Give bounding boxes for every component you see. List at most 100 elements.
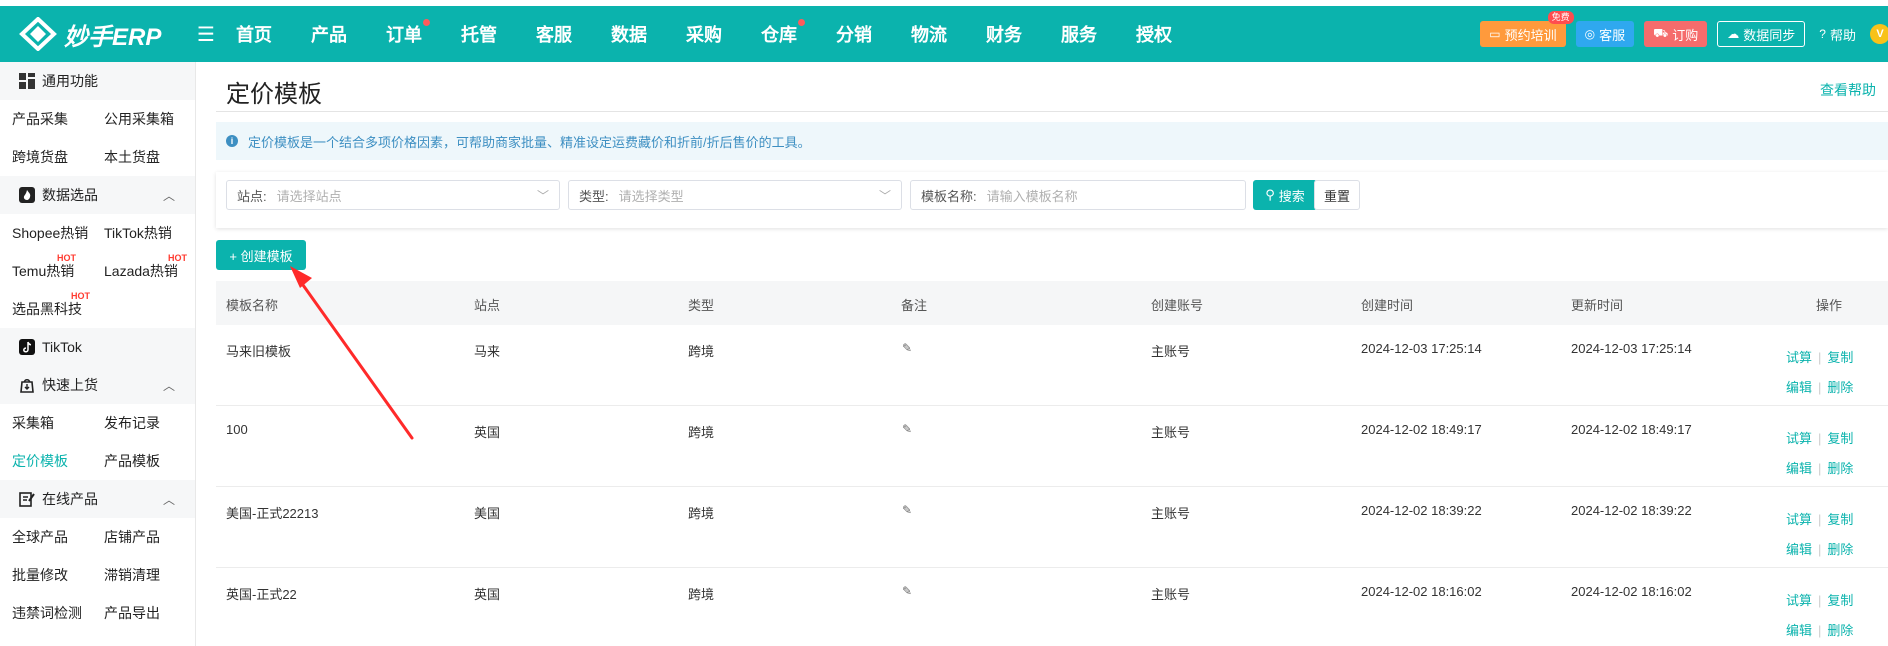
trial-link[interactable]: 试算 — [1786, 512, 1812, 527]
template-table: 模板名称 站点 类型 备注 创建账号 创建时间 更新时间 操作 马来旧模板 马来… — [216, 281, 1888, 646]
nav-item-customer-service[interactable]: 客服 — [536, 21, 572, 47]
sidebar-item-publish-records[interactable]: 发布记录 — [92, 413, 184, 433]
subscribe-button[interactable]: ⛟ 订购 — [1644, 21, 1708, 47]
table-row: 100 英国 跨境 ✎ 主账号 2024-12-02 18:49:17 2024… — [216, 406, 1888, 487]
trial-link[interactable]: 试算 — [1786, 350, 1812, 365]
reset-button[interactable]: 重置 — [1314, 180, 1360, 210]
sidebar-item-prohibited-word-check[interactable]: 违禁词检测 — [0, 603, 92, 623]
edit-link[interactable]: 编辑 — [1786, 623, 1812, 638]
menu-toggle-icon[interactable]: ☰ — [194, 22, 218, 47]
sidebar-item-product-template[interactable]: 产品模板 — [92, 451, 184, 471]
chevron-up-icon[interactable]: ︿ — [163, 377, 175, 394]
sidebar: 通用功能 产品采集 公用采集箱 跨境货盘 本土货盘 数据选品 ︿ Shopee热… — [0, 62, 196, 646]
nav-item-authorization[interactable]: 授权 — [1136, 21, 1172, 47]
sidebar-row: 违禁词检测 产品导出 — [0, 594, 195, 632]
cell-site: 美国 — [474, 506, 501, 521]
sidebar-item-lazada-hot[interactable]: Lazada热销 HOT — [92, 253, 187, 281]
nav-item-logistics[interactable]: 物流 — [911, 21, 947, 47]
row-actions: 试算 | 复制 编辑 | 删除 — [1786, 350, 1854, 395]
sidebar-group-tiktok[interactable]: TikTok — [0, 328, 195, 366]
sidebar-item-cross-border-pool[interactable]: 跨境货盘 — [0, 147, 92, 167]
header-type: 类型 — [688, 298, 715, 313]
chevron-up-icon[interactable]: ︿ — [163, 491, 175, 508]
delete-link[interactable]: 删除 — [1827, 380, 1853, 395]
sidebar-item-tiktok-hot[interactable]: TikTok热销 — [92, 223, 184, 243]
edit-remark-icon[interactable]: ✎ — [902, 422, 912, 436]
create-template-button[interactable]: + 创建模板 — [216, 240, 306, 270]
sidebar-item-local-pool[interactable]: 本土货盘 — [92, 147, 184, 167]
sidebar-item-slow-moving-cleanup[interactable]: 滞销清理 — [92, 565, 184, 585]
sidebar-group-data-selection[interactable]: 数据选品 ︿ — [0, 176, 195, 214]
chat-icon: ▭ — [1489, 27, 1501, 41]
sidebar-group-online-products[interactable]: 在线产品 ︿ — [0, 480, 195, 518]
sidebar-item-selection-tech[interactable]: 选品黑科技 HOT — [0, 291, 92, 319]
row-actions: 试算 | 复制 编辑 | 删除 — [1786, 593, 1854, 638]
delete-link[interactable]: 删除 — [1827, 461, 1853, 476]
search-button[interactable]: ⚲ 搜索 — [1253, 180, 1317, 210]
nav-item-data[interactable]: 数据 — [611, 21, 647, 47]
trial-link[interactable]: 试算 — [1786, 593, 1812, 608]
table-row: 美国-正式22213 美国 跨境 ✎ 主账号 2024-12-02 18:39:… — [216, 487, 1888, 568]
sidebar-row: 选品黑科技 HOT — [0, 290, 195, 328]
nav-item-hosting[interactable]: 托管 — [461, 21, 497, 47]
trial-link[interactable]: 试算 — [1786, 431, 1812, 446]
nav-item-home[interactable]: 首页 — [236, 21, 272, 47]
sidebar-item-product-export[interactable]: 产品导出 — [92, 603, 184, 623]
edit-remark-icon[interactable]: ✎ — [902, 584, 912, 598]
edit-remark-icon[interactable]: ✎ — [902, 341, 912, 355]
cell-site: 英国 — [474, 587, 501, 602]
hot-badge: HOT — [71, 291, 90, 301]
sidebar-item-pricing-template[interactable]: 定价模板 — [0, 451, 92, 471]
delete-link[interactable]: 删除 — [1827, 542, 1853, 557]
edit-remark-icon[interactable]: ✎ — [902, 503, 912, 517]
cell-type: 跨境 — [688, 506, 715, 521]
copy-link[interactable]: 复制 — [1827, 350, 1853, 365]
nav-item-finance[interactable]: 财务 — [986, 21, 1022, 47]
bag-icon — [18, 376, 36, 394]
info-icon: i — [226, 135, 238, 147]
help-button[interactable]: ? 帮助 — [1815, 21, 1860, 47]
avatar[interactable]: V — [1870, 24, 1888, 44]
template-name-input[interactable]: 模板名称: 请输入模板名称 — [910, 180, 1246, 210]
copy-link[interactable]: 复制 — [1827, 512, 1853, 527]
delete-link[interactable]: 删除 — [1827, 623, 1853, 638]
cell-type: 跨境 — [688, 344, 715, 359]
sidebar-item-collect-box[interactable]: 采集箱 — [0, 413, 92, 433]
training-button[interactable]: ▭ 预约培训 免费 — [1480, 11, 1574, 47]
sidebar-row: Temu热销 HOT Lazada热销 HOT — [0, 252, 195, 290]
copy-link[interactable]: 复制 — [1827, 431, 1853, 446]
chevron-up-icon[interactable]: ︿ — [163, 187, 175, 204]
type-select[interactable]: 类型: 请选择类型 ﹀ — [568, 180, 902, 210]
sidebar-item-store-products[interactable]: 店铺产品 — [92, 527, 184, 547]
header-actions: 操作 — [1816, 298, 1843, 313]
sidebar-item-public-collect-box[interactable]: 公用采集箱 — [92, 109, 184, 129]
sidebar-group-common[interactable]: 通用功能 — [0, 62, 195, 100]
sidebar-group-quick-listing[interactable]: 快速上货 ︿ — [0, 366, 195, 404]
nav-item-order[interactable]: 订单 — [386, 19, 430, 47]
edit-link[interactable]: 编辑 — [1786, 380, 1812, 395]
edit-link[interactable]: 编辑 — [1786, 461, 1812, 476]
nav-item-service[interactable]: 服务 — [1061, 21, 1097, 47]
sidebar-item-temu-hot[interactable]: Temu热销 HOT — [0, 253, 92, 281]
sidebar-item-shopee-hot[interactable]: Shopee热销 — [0, 223, 92, 243]
nav-item-purchase[interactable]: 采购 — [686, 21, 722, 47]
copy-link[interactable]: 复制 — [1827, 593, 1853, 608]
cart-icon: ⛟ — [1653, 26, 1669, 40]
cell-created: 2024-12-03 17:25:14 — [1361, 341, 1482, 356]
view-help-link[interactable]: 查看帮助 — [1820, 80, 1876, 100]
app-logo[interactable]: 妙手ERP — [18, 17, 178, 52]
customer-service-button[interactable]: ◎ 客服 — [1575, 21, 1635, 47]
header-remark: 备注 — [901, 298, 928, 313]
sidebar-item-product-collect[interactable]: 产品采集 — [0, 109, 92, 129]
data-sync-button[interactable]: ☁ 数据同步 — [1717, 21, 1806, 47]
site-select[interactable]: 站点: 请选择站点 ﹀ — [226, 180, 560, 210]
nav-item-warehouse[interactable]: 仓库 — [761, 19, 805, 47]
nav-item-distribution[interactable]: 分销 — [836, 21, 872, 47]
nav-item-product[interactable]: 产品 — [311, 21, 347, 47]
edit-doc-icon — [18, 490, 36, 508]
cell-type: 跨境 — [688, 587, 715, 602]
sidebar-item-global-products[interactable]: 全球产品 — [0, 527, 92, 547]
cell-created: 2024-12-02 18:39:22 — [1361, 503, 1482, 518]
sidebar-item-batch-edit[interactable]: 批量修改 — [0, 565, 92, 585]
edit-link[interactable]: 编辑 — [1786, 542, 1812, 557]
